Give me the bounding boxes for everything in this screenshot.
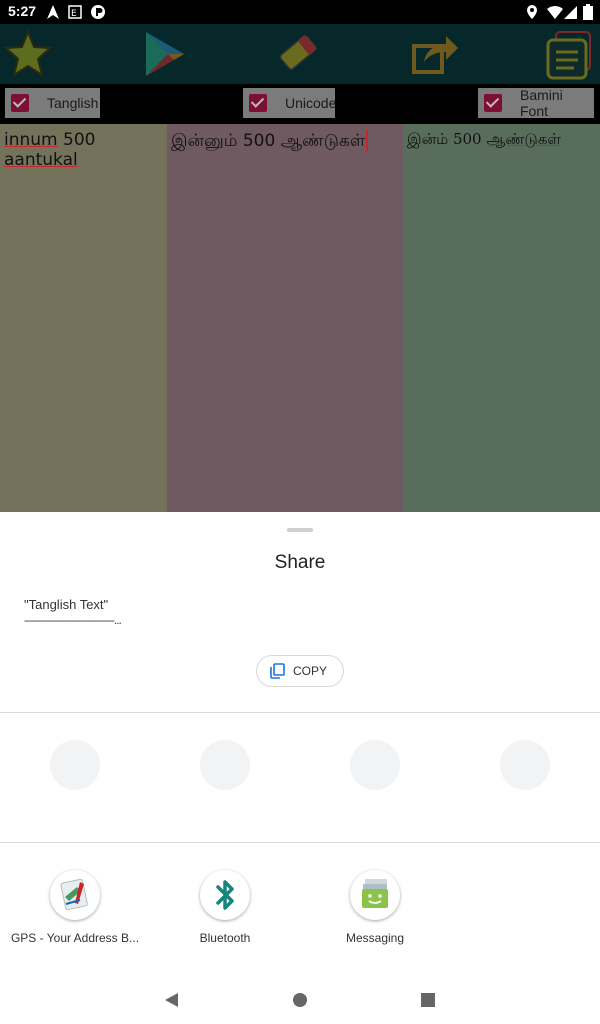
bluetooth-icon <box>200 870 250 920</box>
tanglish-word: aantukal <box>4 150 78 170</box>
checkbox-checked-icon <box>11 94 29 112</box>
tanglish-text-area[interactable]: innum 500 aantukal <box>0 124 167 514</box>
notes-icon[interactable] <box>544 28 596 80</box>
share-preview-text: ------------------------------... <box>24 613 122 627</box>
unicode-text: இன்னும் 500 ஆண்டுகள் <box>171 131 366 151</box>
copy-label: COPY <box>293 664 328 678</box>
unicode-text-area[interactable]: இன்னும் 500 ஆண்டுகள் <box>167 124 403 514</box>
eraser-icon[interactable] <box>272 28 324 80</box>
bamini-font-checkbox[interactable]: Bamini Font <box>478 87 594 119</box>
checkbox-bar: Tanglish Unicode Bamini Font <box>0 84 600 124</box>
share-preview-title: "Tanglish Text" <box>24 597 109 612</box>
checkbox-label: Unicode <box>285 95 337 111</box>
checkbox-checked-icon <box>249 94 267 112</box>
copy-icon <box>270 663 285 679</box>
share-target-label: Messaging <box>345 931 405 945</box>
unicode-checkbox[interactable]: Unicode <box>243 88 337 118</box>
share-title: Share <box>274 552 326 573</box>
messaging-icon <box>350 870 400 920</box>
navigation-icon <box>47 5 59 19</box>
bamini-word: ஆண்டுகள் <box>486 130 561 148</box>
location-icon <box>527 5 537 19</box>
share-target-gps-address-book[interactable]: GPS - Your Address B... <box>5 870 145 945</box>
direct-share-placeholder <box>50 740 100 790</box>
notification-icon: E <box>68 5 82 19</box>
recents-icon[interactable] <box>421 993 435 1007</box>
drag-handle[interactable] <box>287 528 313 532</box>
gps-address-book-icon <box>50 870 100 920</box>
home-icon[interactable] <box>293 993 307 1007</box>
bamini-text: இன்ம் 500 <box>407 130 487 148</box>
wifi-icon <box>547 5 563 19</box>
app-toolbar <box>0 24 600 84</box>
share-icon[interactable] <box>408 28 460 80</box>
checkbox-checked-icon <box>484 94 502 112</box>
navigation-bar <box>0 976 600 1024</box>
divider <box>0 842 600 843</box>
tanglish-number: 500 <box>57 130 96 150</box>
app-notification-icon <box>91 5 105 19</box>
text-cursor <box>366 130 369 152</box>
svg-text:E: E <box>71 9 77 19</box>
signal-icon <box>564 6 577 19</box>
battery-icon <box>583 4 593 20</box>
divider <box>0 712 600 713</box>
direct-share-placeholder <box>500 740 550 790</box>
share-target-messaging[interactable]: Messaging <box>305 870 445 945</box>
direct-share-placeholder <box>200 740 250 790</box>
back-icon[interactable] <box>163 992 179 1008</box>
tanglish-word: innum <box>4 130 58 150</box>
bamini-text-area[interactable]: இன்ம் 500 ஆண்டுகள் <box>403 124 600 514</box>
star-icon[interactable] <box>2 28 54 80</box>
share-sheet: Share "Tanglish Text" ------------------… <box>0 512 600 1024</box>
checkbox-label: Tanglish <box>47 95 99 111</box>
tanglish-checkbox[interactable]: Tanglish <box>5 88 100 118</box>
checkbox-label: Bamini Font <box>520 87 563 119</box>
direct-share-placeholder <box>350 740 400 790</box>
share-target-label: GPS - Your Address B... <box>10 931 140 945</box>
share-target-bluetooth[interactable]: Bluetooth <box>155 870 295 945</box>
status-time: 5:27 <box>8 3 37 19</box>
status-bar: 5:27 E <box>0 0 600 24</box>
play-store-icon[interactable] <box>138 28 190 80</box>
copy-button[interactable]: COPY <box>256 655 344 687</box>
share-target-label: Bluetooth <box>199 931 251 945</box>
